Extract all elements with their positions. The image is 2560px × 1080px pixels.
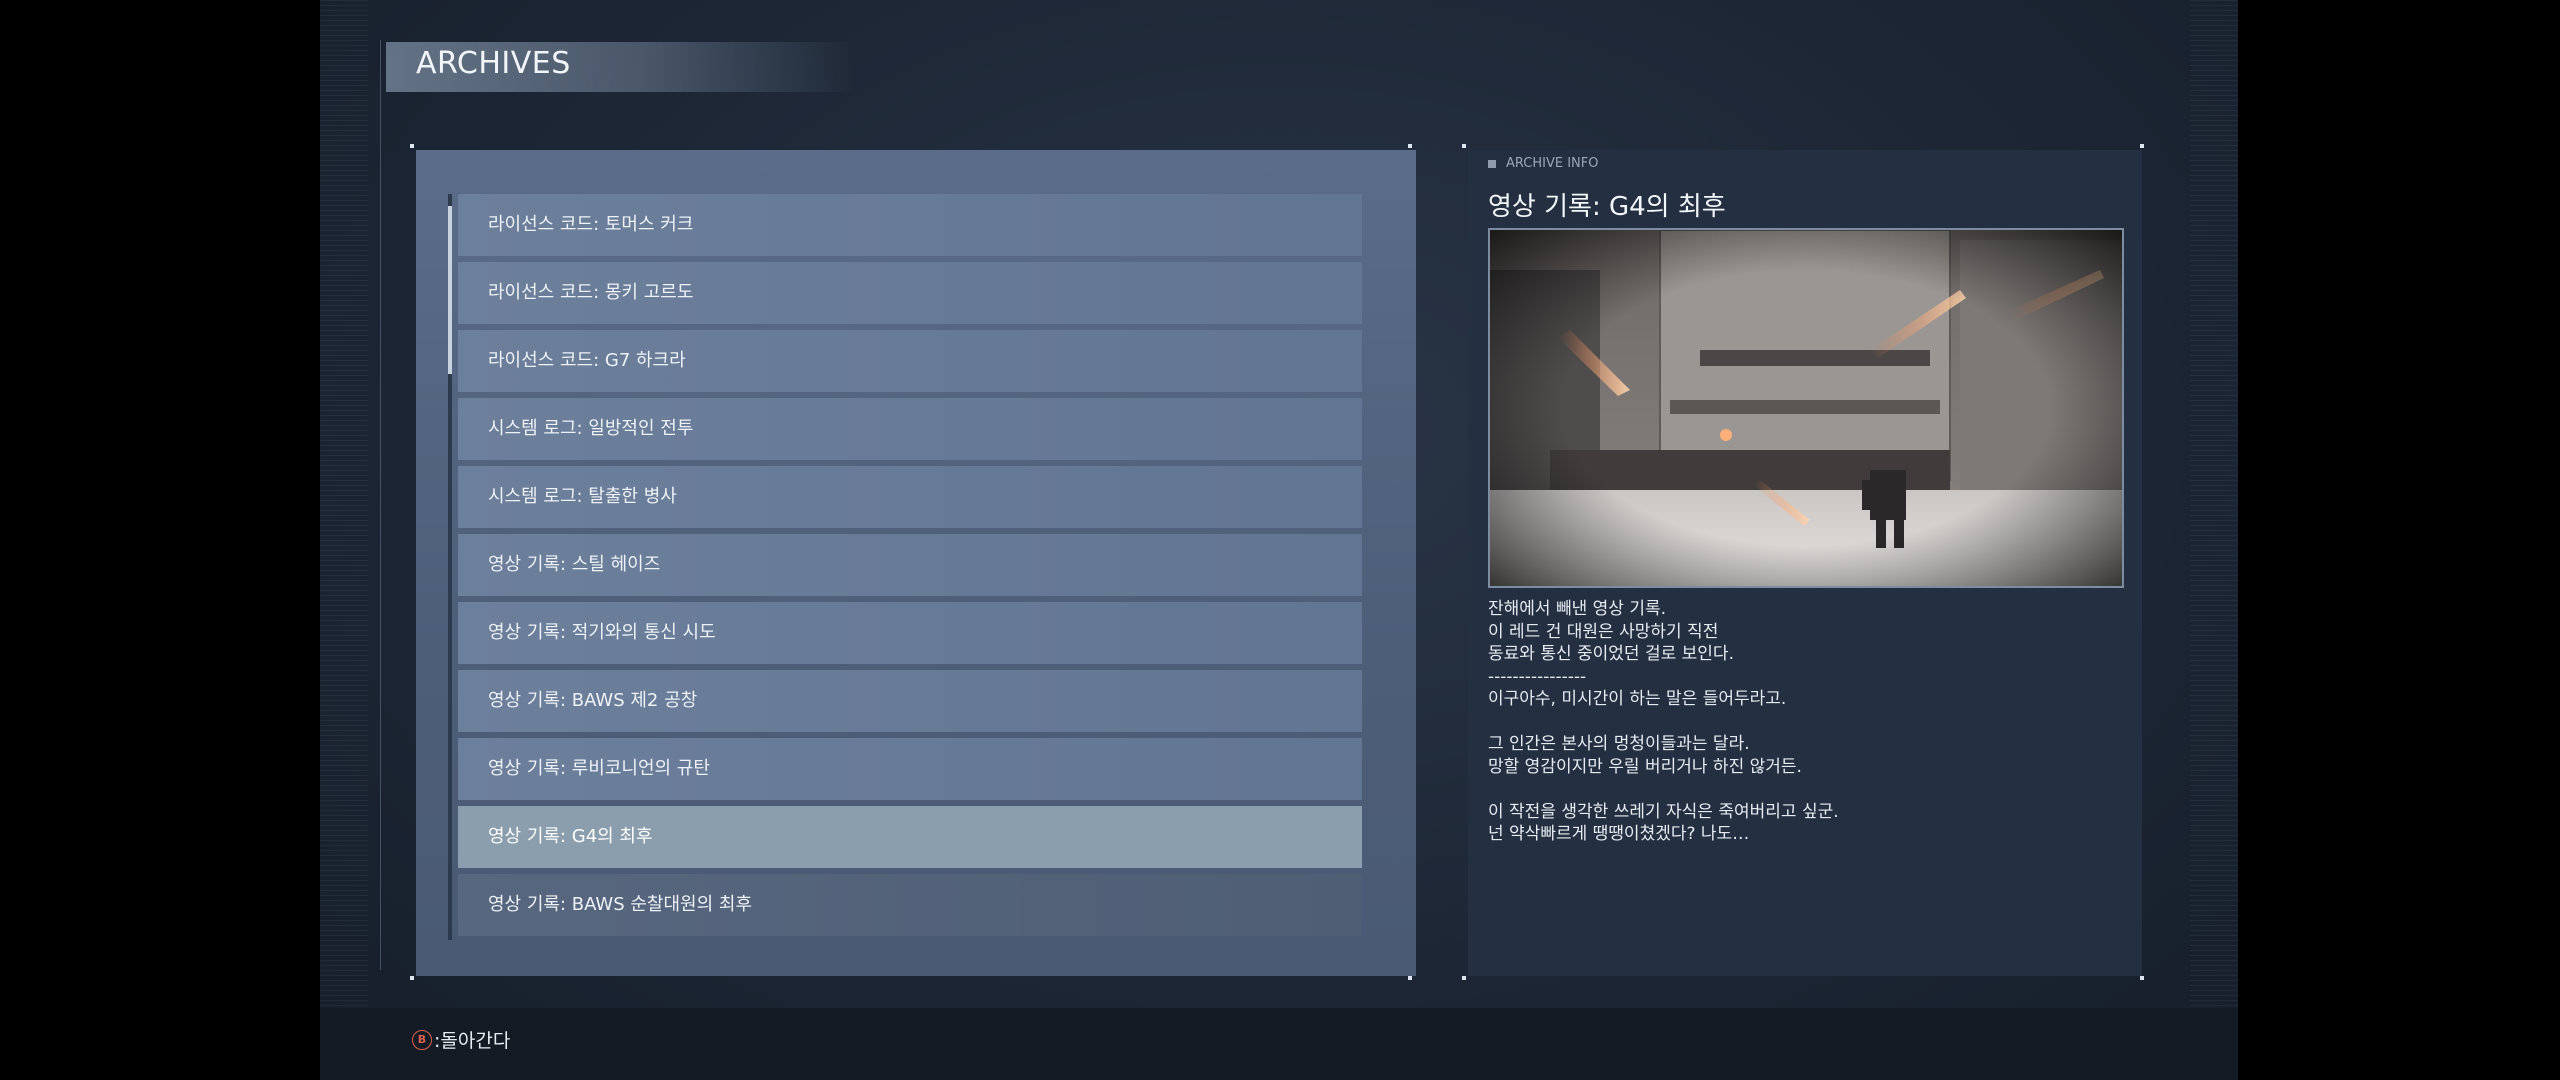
archive-list-item[interactable]: 영상 기록: 스틸 헤이즈 (458, 534, 1362, 596)
description-line: 동료와 통신 중이었던 걸로 보인다. (1488, 644, 1734, 664)
archive-list-item[interactable]: 영상 기록: BAWS 제2 공창 (458, 670, 1362, 732)
data-stream-right (2190, 0, 2238, 1080)
description-line: 이구아수, 미시간이 하는 말은 들어두라고. (1488, 689, 1787, 709)
description-line: 이 작전을 생각한 쓰레기 자식은 죽여버리고 싶군. (1488, 801, 1839, 822)
page-title: ARCHIVES (416, 46, 571, 81)
archive-list-item[interactable]: 영상 기록: BAWS 순찰대원의 최후 (458, 874, 1362, 936)
description-line: 넌 약삭빠르게 땡땡이쳤겠다? 나도… (1488, 824, 1750, 844)
description-line (1488, 778, 2118, 801)
description-line: 망할 영감이지만 우릴 버리거나 하진 않거든. (1488, 756, 1802, 777)
archive-list-item[interactable]: 라이선스 코드: 몽키 고르도 (458, 262, 1362, 324)
archive-list-item[interactable]: 영상 기록: 루비코니언의 규탄 (458, 738, 1362, 800)
info-tag: ARCHIVE INFO (1506, 156, 1599, 171)
description-line: 잔해에서 빼낸 영상 기록. (1488, 599, 1667, 619)
description-line: 이 레드 건 대원은 사망하기 직전 (1488, 621, 1719, 642)
frame-line (380, 40, 381, 970)
corner-marker (410, 144, 414, 148)
archive-list-item[interactable]: 영상 기록: 적기와의 통신 시도 (458, 602, 1362, 664)
back-label: :돌아간다 (434, 1030, 511, 1052)
info-title: 영상 기록: G4의 최후 (1488, 192, 1726, 222)
description-line: 그 인간은 본사의 멍청이들과는 달라. (1488, 734, 1750, 754)
scrollbar-thumb[interactable] (448, 206, 452, 374)
b-button-icon: B (412, 1029, 432, 1050)
corner-marker (2140, 144, 2144, 148)
info-description: 잔해에서 빼낸 영상 기록. 이 레드 건 대원은 사망하기 직전 동료와 통신… (1488, 598, 2118, 846)
corner-marker (1408, 144, 1412, 148)
corner-marker (2140, 976, 2144, 980)
footage-scene (1490, 230, 2122, 586)
bottom-bar (320, 1008, 2238, 1080)
archive-list-item[interactable]: 시스템 로그: 탈출한 병사 (458, 466, 1362, 528)
corner-marker (1408, 976, 1412, 980)
description-divider: ---------------- (1488, 666, 1587, 687)
archive-list-item[interactable]: 시스템 로그: 일방적인 전투 (458, 398, 1362, 460)
data-stream-left (320, 0, 368, 1080)
archive-footage-image (1488, 228, 2124, 588)
description-line (1488, 711, 2118, 734)
corner-marker (1462, 144, 1466, 148)
archive-list-item[interactable]: 라이선스 코드: 토머스 커크 (458, 194, 1362, 256)
corner-marker (410, 976, 414, 980)
archive-list-item[interactable]: 라이선스 코드: G7 하크라 (458, 330, 1362, 392)
corner-marker (1462, 976, 1466, 980)
archive-list-item-selected[interactable]: 영상 기록: G4의 최후 (458, 806, 1362, 868)
archives-screen: ARCHIVES 라이선스 코드: 토머스 커크 라이선스 코드: 몽키 고르도… (320, 0, 2238, 1080)
info-tag-square-icon (1488, 160, 1496, 168)
back-button[interactable]: B :돌아간다 (412, 1026, 510, 1053)
